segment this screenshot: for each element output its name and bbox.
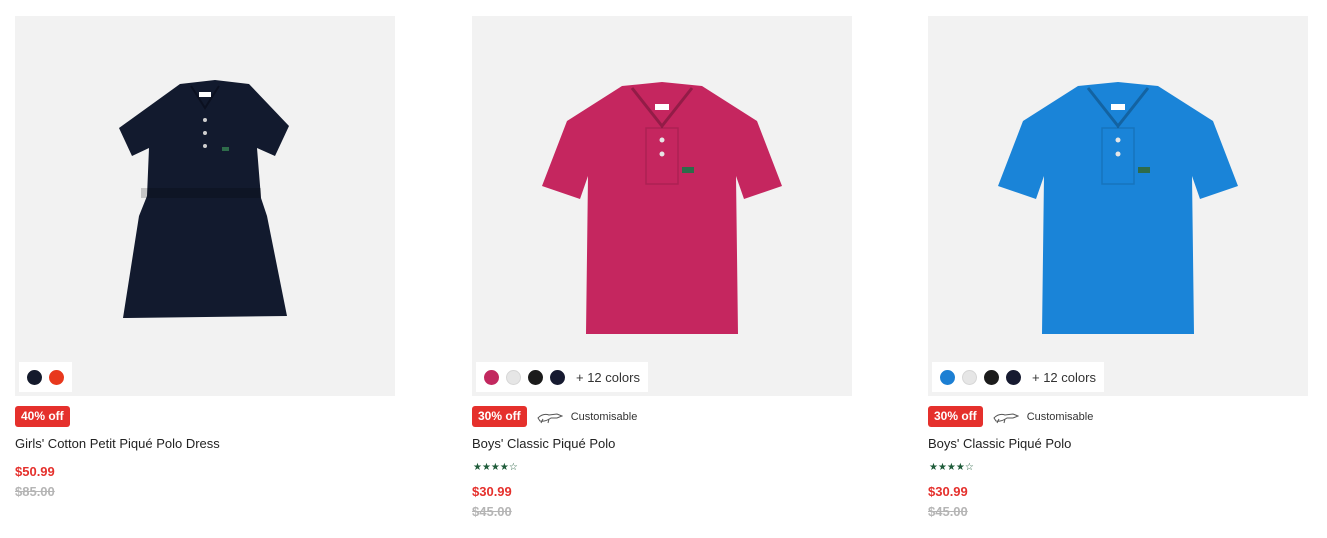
garment-shape xyxy=(542,82,782,334)
polo-image xyxy=(998,82,1238,334)
dress-image xyxy=(119,80,289,318)
color-swatches: + 12 colors xyxy=(932,362,1104,392)
discount-badge: 30% off xyxy=(472,406,527,427)
badges-row: 30% off Customisable xyxy=(928,406,1093,427)
more-colors-link[interactable]: + 12 colors xyxy=(1032,370,1096,385)
color-swatch[interactable] xyxy=(27,369,42,385)
color-swatch[interactable] xyxy=(984,369,999,385)
color-swatch[interactable] xyxy=(506,369,521,385)
product-image[interactable]: + 12 colors xyxy=(472,16,852,396)
garment-shape xyxy=(119,80,289,318)
product-name[interactable]: Boys' Classic Piqué Polo xyxy=(472,436,615,451)
sale-price: $50.99 xyxy=(15,464,55,479)
polo-image xyxy=(542,82,782,334)
customisable-label: Customisable xyxy=(570,410,638,423)
crocodile-icon xyxy=(537,412,563,423)
color-swatch[interactable] xyxy=(49,369,64,385)
product-card[interactable]: + 12 colors 30% off Customisable Boys' C… xyxy=(472,16,852,519)
product-image[interactable] xyxy=(15,16,395,396)
customisable-tag: Customisable xyxy=(993,410,1094,424)
original-price: $45.00 xyxy=(472,504,512,519)
product-card[interactable]: 40% off Girls' Cotton Petit Piqué Polo D… xyxy=(15,16,395,499)
color-swatches xyxy=(19,362,72,392)
customisable-label: Customisable xyxy=(1026,410,1094,423)
color-swatch[interactable] xyxy=(940,369,955,385)
sale-price: $30.99 xyxy=(472,484,512,499)
color-swatch[interactable] xyxy=(1006,369,1021,385)
color-swatch[interactable] xyxy=(484,369,499,385)
color-swatch[interactable] xyxy=(528,369,543,385)
color-swatches: + 12 colors xyxy=(476,362,648,392)
badges-row: 30% off Customisable xyxy=(472,406,637,427)
original-price: $45.00 xyxy=(928,504,968,519)
crocodile-icon xyxy=(993,412,1019,423)
customisable-tag: Customisable xyxy=(537,410,638,424)
product-card[interactable]: + 12 colors 30% off Customisable Boys' C… xyxy=(928,16,1308,519)
product-grid: 40% off Girls' Cotton Petit Piqué Polo D… xyxy=(0,0,1327,538)
garment-shape xyxy=(998,82,1238,334)
rating-stars: ★★★★☆ xyxy=(929,462,974,473)
badges-row: 40% off xyxy=(15,406,70,427)
product-name[interactable]: Boys' Classic Piqué Polo xyxy=(928,436,1071,451)
product-name[interactable]: Girls' Cotton Petit Piqué Polo Dress xyxy=(15,436,220,451)
rating-stars: ★★★★☆ xyxy=(473,462,518,473)
discount-badge: 30% off xyxy=(928,406,983,427)
discount-badge: 40% off xyxy=(15,406,70,427)
color-swatch[interactable] xyxy=(550,369,565,385)
color-swatch[interactable] xyxy=(962,369,977,385)
more-colors-link[interactable]: + 12 colors xyxy=(576,370,640,385)
product-image[interactable]: + 12 colors xyxy=(928,16,1308,396)
sale-price: $30.99 xyxy=(928,484,968,499)
original-price: $85.00 xyxy=(15,484,55,499)
